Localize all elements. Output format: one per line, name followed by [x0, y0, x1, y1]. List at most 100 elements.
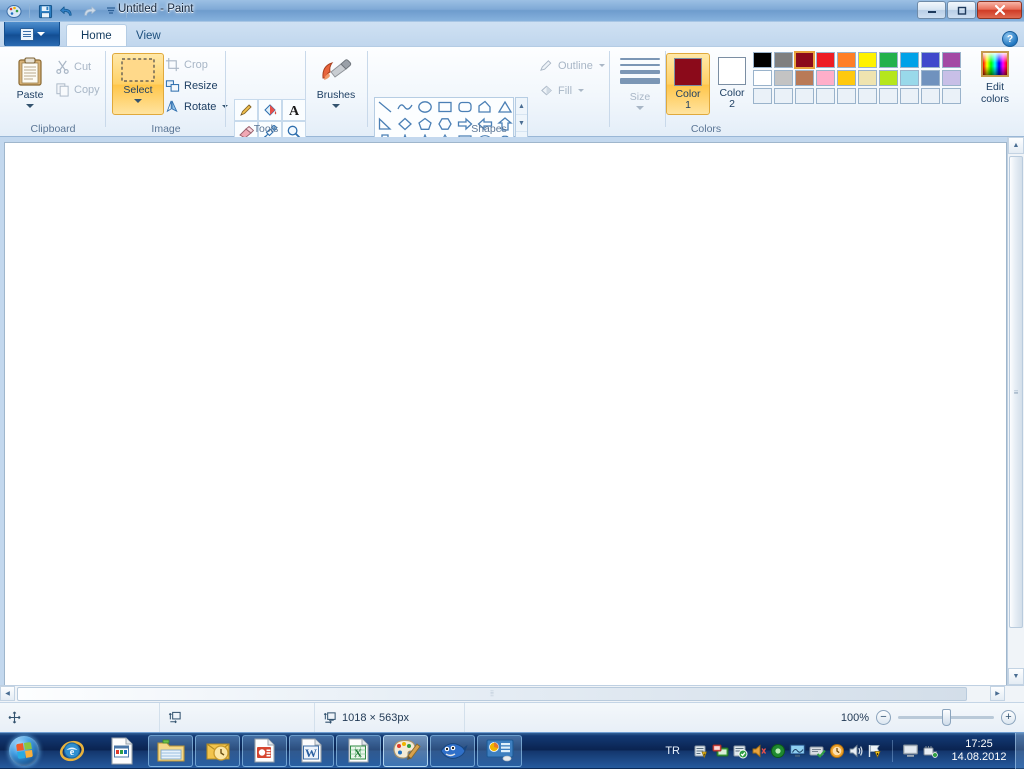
shape-triangle[interactable] [495, 98, 515, 115]
taskbar-item-word[interactable]: W [289, 735, 334, 767]
speaker-icon[interactable] [848, 743, 864, 759]
tab-view[interactable]: View [122, 24, 175, 47]
palette-swatch-r3-c6[interactable] [858, 88, 877, 104]
scroll-right-arrow-icon[interactable]: ▶ [990, 686, 1005, 701]
shape-rounded-rectangle[interactable] [455, 98, 475, 115]
palette-swatch-r2-c1[interactable] [753, 70, 772, 86]
fill-button[interactable]: Fill [536, 81, 608, 100]
palette-swatch-r2-c8[interactable] [900, 70, 919, 86]
undo-arrow-icon[interactable] [57, 2, 77, 21]
vertical-scrollbar[interactable]: ▲ ≡ ▼ [1007, 137, 1024, 685]
chevron-down-icon[interactable] [332, 104, 340, 108]
keyboard-check-icon[interactable] [809, 744, 826, 758]
palette-swatch-r1-c1[interactable] [753, 52, 772, 68]
shape-rectangle[interactable] [435, 98, 455, 115]
crop-button[interactable]: Crop [162, 55, 231, 74]
select-button[interactable]: Select [112, 53, 164, 115]
rotate-button[interactable]: Rotate [162, 97, 231, 116]
palette-swatch-r3-c5[interactable] [837, 88, 856, 104]
taskbar-item-outlook[interactable] [195, 735, 240, 767]
palette-swatch-r1-c6[interactable] [858, 52, 877, 68]
palette-swatch-r3-c1[interactable] [753, 88, 772, 104]
outline-button[interactable]: Outline [536, 56, 608, 75]
color-2-button[interactable]: Color 2 [710, 53, 754, 115]
cut-button[interactable]: Cut [52, 57, 103, 76]
horizontal-scrollbar[interactable]: ◀ ⦙⦙ ▶ [0, 685, 1024, 702]
taskbar-item-powerpoint[interactable] [242, 735, 287, 767]
shape-line[interactable] [375, 98, 395, 115]
taskbar-item-paint[interactable] [383, 735, 428, 767]
resize-button[interactable]: Resize [162, 76, 231, 95]
action-center-warning-icon[interactable] [693, 743, 709, 759]
minimize-button[interactable] [917, 1, 946, 19]
paint-palette-icon[interactable] [4, 2, 24, 21]
palette-swatch-r1-c10[interactable] [942, 52, 961, 68]
help-icon[interactable]: ? [1002, 31, 1018, 47]
palette-swatch-r2-c9[interactable] [921, 70, 940, 86]
taskbar-clock[interactable]: 17:25 14.08.2012 [943, 738, 1015, 764]
zoom-out-button[interactable]: − [876, 710, 891, 725]
network-computer-icon[interactable] [712, 743, 729, 759]
horizontal-scroll-thumb[interactable]: ⦙⦙ [17, 687, 967, 701]
color-1-swatch[interactable] [674, 58, 702, 86]
zoom-slider-track[interactable] [898, 716, 994, 719]
palette-swatch-r3-c10[interactable] [942, 88, 961, 104]
taskbar-item-notepad-document[interactable] [98, 735, 146, 767]
flag-warning-icon[interactable] [867, 743, 883, 759]
palette-swatch-r2-c10[interactable] [942, 70, 961, 86]
palette-swatch-r1-c8[interactable] [900, 52, 919, 68]
pencil-tool[interactable] [234, 99, 258, 121]
palette-swatch-r3-c8[interactable] [900, 88, 919, 104]
taskbar-item-internet-explorer[interactable]: e [48, 735, 96, 767]
drawing-canvas[interactable] [4, 142, 1007, 698]
color-2-swatch[interactable] [718, 57, 746, 85]
scroll-up-arrow-icon[interactable]: ▲ [1008, 137, 1024, 154]
palette-swatch-r3-c4[interactable] [816, 88, 835, 104]
color-1-button[interactable]: Color 1 [666, 53, 710, 115]
palette-swatch-r2-c6[interactable] [858, 70, 877, 86]
edit-colors-button[interactable]: Edit colors [974, 51, 1016, 105]
language-indicator[interactable]: TR [657, 745, 688, 757]
scroll-down-arrow-icon[interactable]: ▼ [1008, 668, 1024, 685]
palette-swatch-r3-c7[interactable] [879, 88, 898, 104]
palette-swatch-r1-c4[interactable] [816, 52, 835, 68]
palette-swatch-r1-c2[interactable] [774, 52, 793, 68]
shape-curve[interactable] [395, 98, 415, 115]
fill-tool[interactable] [258, 99, 282, 121]
close-button[interactable] [977, 1, 1022, 19]
chevron-down-icon[interactable] [599, 64, 605, 67]
chevron-down-icon[interactable] [134, 99, 142, 103]
palette-swatch-r2-c3[interactable] [795, 70, 814, 86]
show-desktop-button[interactable] [1015, 733, 1024, 769]
scroll-left-arrow-icon[interactable]: ◀ [0, 686, 15, 701]
chevron-down-icon[interactable] [26, 104, 34, 108]
palette-swatch-r2-c5[interactable] [837, 70, 856, 86]
copy-button[interactable]: Copy [52, 80, 103, 99]
chevron-down-icon[interactable] [578, 89, 584, 92]
monitor-icon[interactable] [789, 743, 806, 758]
screen-icon[interactable] [902, 743, 919, 758]
size-button[interactable]: Size [614, 55, 666, 110]
palette-swatch-r2-c7[interactable] [879, 70, 898, 86]
zoom-in-button[interactable]: + [1001, 710, 1016, 725]
paste-button[interactable]: Paste [4, 53, 56, 108]
palette-swatch-r2-c4[interactable] [816, 70, 835, 86]
zoom-slider-thumb[interactable] [942, 709, 951, 726]
taskbar-item-windows-explorer[interactable] [148, 735, 193, 767]
taskbar-item-excel[interactable]: X [336, 735, 381, 767]
taskbar-item-fish-app[interactable] [430, 735, 475, 767]
floppy-disk-icon[interactable] [35, 2, 55, 21]
taskbar-item-dashboard-app[interactable] [477, 735, 522, 767]
orange-clock-icon[interactable] [829, 743, 845, 759]
eject-hardware-icon[interactable] [922, 743, 938, 759]
palette-swatch-r2-c2[interactable] [774, 70, 793, 86]
tab-home[interactable]: Home [66, 24, 127, 47]
shape-oval[interactable] [415, 98, 435, 115]
shape-polygon[interactable] [475, 98, 495, 115]
palette-swatch-r3-c3[interactable] [795, 88, 814, 104]
palette-swatch-r1-c3[interactable] [795, 52, 814, 68]
start-button[interactable] [1, 734, 47, 768]
file-menu-button[interactable] [4, 22, 60, 47]
palette-swatch-r3-c2[interactable] [774, 88, 793, 104]
chevron-down-icon[interactable] [636, 106, 644, 110]
